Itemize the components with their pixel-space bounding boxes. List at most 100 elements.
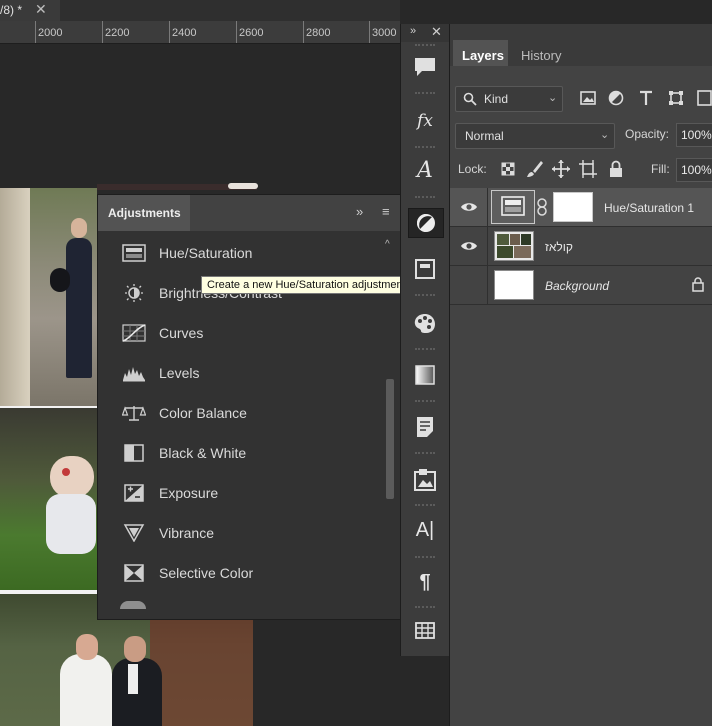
lock-artboard-icon[interactable]	[578, 159, 598, 179]
black-white-icon	[124, 444, 144, 462]
hue-saturation-icon	[122, 244, 146, 262]
filter-pixel-layer-icon[interactable]	[578, 88, 598, 108]
levels-icon	[123, 367, 145, 382]
lock-position-move-icon[interactable]	[551, 159, 571, 179]
dock-grip[interactable]	[415, 400, 435, 404]
filter-shape-layer-icon[interactable]	[666, 88, 686, 108]
layer-lock-icon[interactable]	[692, 277, 704, 292]
fx-styles-icon[interactable]: fx	[408, 108, 442, 136]
adjustments-icon[interactable]	[408, 208, 444, 238]
dock-grip[interactable]	[415, 348, 435, 352]
layer-row-hue-saturation[interactable]: Hue/Saturation 1	[450, 188, 712, 227]
lock-image-pixels-brush-icon[interactable]	[525, 159, 545, 179]
ruler-tick	[102, 21, 103, 43]
image-library-icon[interactable]	[408, 466, 442, 494]
search-icon	[463, 92, 477, 106]
dock-grip[interactable]	[415, 452, 435, 456]
lock-all-icon[interactable]	[606, 159, 626, 179]
tab-layers[interactable]: Layers	[453, 40, 508, 66]
filter-adjustment-layer-icon[interactable]	[606, 88, 626, 108]
adjustment-item-label: Vibrance	[159, 525, 215, 541]
opacity-input[interactable]: 100%	[676, 123, 712, 147]
layer-row-divider	[487, 266, 488, 304]
adjustment-item-black-white[interactable]: Black & White	[98, 433, 382, 473]
adjustment-item-curves[interactable]: Curves	[98, 313, 382, 353]
scrollbar-thumb[interactable]	[386, 379, 394, 499]
comments-icon[interactable]	[408, 54, 442, 82]
smart-object-thumbnail[interactable]	[494, 231, 534, 261]
adjustment-item-hue-saturation[interactable]: Hue/Saturation	[98, 233, 382, 273]
mask-link-chain-icon[interactable]	[536, 198, 548, 216]
adjustments-scrollbar[interactable]: ^	[383, 239, 395, 609]
close-dock-icon[interactable]: ✕	[431, 24, 442, 40]
collapse-panel-icon[interactable]: »	[356, 204, 363, 219]
adjustments-title: Adjustments	[108, 206, 181, 220]
table-grid-icon[interactable]	[408, 618, 442, 646]
dock-grip[interactable]	[415, 146, 435, 150]
adjustment-item-color-balance[interactable]: Color Balance	[98, 393, 382, 433]
ruler-tick	[303, 21, 304, 43]
layer-row-background[interactable]: Background	[450, 266, 712, 305]
panel-menu-icon[interactable]: ≡	[382, 204, 390, 219]
filter-smart-object-icon[interactable]	[694, 88, 712, 108]
lock-label: Lock:	[458, 162, 487, 176]
adjustment-item-label: Levels	[159, 365, 200, 381]
layer-filter-select[interactable]: Kind ⌄	[455, 86, 563, 112]
document-tab[interactable]: /8) * ✕	[0, 0, 60, 21]
visibility-eye-icon[interactable]	[460, 239, 478, 253]
adjustment-item-exposure[interactable]: Exposure	[98, 473, 382, 513]
layer-row-collage[interactable]: קולאז	[450, 227, 712, 266]
next-adjustment-icon-partial	[120, 601, 146, 609]
character-icon[interactable]: A|	[408, 518, 442, 546]
swatches-palette-icon[interactable]	[408, 310, 442, 338]
paragraph-icon[interactable]: ¶	[408, 570, 442, 598]
adjustment-item-vibrance[interactable]: Vibrance	[98, 513, 382, 553]
notes-icon[interactable]	[408, 414, 442, 442]
vibrance-icon	[123, 524, 145, 542]
blend-mode-value: Normal	[465, 129, 504, 143]
dock-grip[interactable]	[415, 294, 435, 298]
document-tab-close-icon[interactable]: ✕	[35, 1, 47, 18]
filter-type-layer-icon[interactable]	[636, 88, 656, 108]
adjustment-item-label: Color Balance	[159, 405, 247, 421]
dock-grip[interactable]	[415, 556, 435, 560]
ruler-tick	[236, 21, 237, 43]
layer-name: קולאז	[545, 240, 573, 254]
adjustment-layer-thumbnail[interactable]	[491, 190, 535, 224]
layer-mask-thumbnail[interactable]	[553, 192, 593, 222]
horizontal-ruler: 2000 2200 2400 2600 2800 3000	[0, 21, 400, 44]
adjustments-panel: Adjustments » ≡ Hue/Saturation Brightnes…	[97, 194, 401, 620]
expand-panels-icon[interactable]: »	[410, 25, 416, 37]
glyphs-icon[interactable]: A	[408, 158, 442, 186]
gradients-icon[interactable]	[408, 362, 442, 390]
layer-row-divider	[487, 227, 488, 265]
color-balance-icon	[122, 406, 146, 421]
dock-grip[interactable]	[415, 44, 435, 48]
tab-history[interactable]: History	[521, 48, 561, 63]
blend-mode-select[interactable]: Normal ⌄	[455, 123, 615, 149]
document-tab-strip: /8) * ✕	[0, 0, 400, 21]
dock-grip[interactable]	[415, 92, 435, 96]
filter-kind-label: Kind	[484, 92, 509, 106]
dock-grip[interactable]	[415, 606, 435, 610]
chevron-down-icon: ⌄	[548, 92, 558, 104]
adjustment-item-label: Hue/Saturation	[159, 245, 253, 261]
visibility-eye-icon[interactable]	[460, 200, 478, 214]
opacity-label: Opacity:	[625, 127, 670, 141]
adjustment-item-selective-color[interactable]: Selective Color	[98, 553, 382, 593]
background-layer-thumbnail[interactable]	[494, 270, 534, 300]
dock-grip[interactable]	[415, 504, 435, 508]
layers-panel: Layers History Kind ⌄ Normal ⌄ Opacity: …	[449, 24, 712, 726]
brightness-contrast-icon	[125, 284, 143, 302]
fill-input[interactable]: 100%	[676, 158, 712, 182]
tab-adjustments[interactable]: Adjustments	[98, 195, 190, 231]
adjustment-item-levels[interactable]: Levels	[98, 353, 382, 393]
collage-photo-top-strip-light	[228, 183, 258, 189]
dock-grip[interactable]	[415, 196, 435, 200]
lock-transparent-pixels-icon[interactable]	[498, 159, 518, 179]
layer-name: Hue/Saturation 1	[604, 201, 695, 215]
scroll-up-arrow-icon[interactable]: ^	[385, 239, 390, 250]
properties-icon[interactable]	[408, 256, 442, 284]
exposure-icon	[124, 484, 144, 502]
ruler-tick	[169, 21, 170, 43]
